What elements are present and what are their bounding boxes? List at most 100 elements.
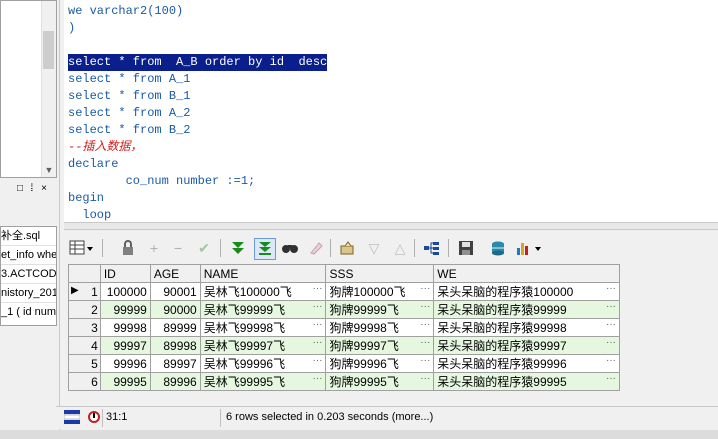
cell-id[interactable]: 99999 xyxy=(99,300,151,319)
chart-menu-icon[interactable] xyxy=(514,238,544,258)
cell-sss[interactable]: 狗牌100000飞 ··· xyxy=(325,282,435,301)
table-row[interactable]: 6 99995 89996 吴林飞99995飞 ··· 狗牌99995飞 ··· 呆… xyxy=(68,372,620,391)
code-line: we varchar2(100) xyxy=(68,4,184,18)
cell-we[interactable]: 呆头呆脑的程序猿99999 ··· xyxy=(433,300,620,319)
code-line: declare xyxy=(68,157,119,171)
table-row[interactable]: 4 99997 89998 吴林飞99997飞 ··· 狗牌99997飞 ··· 呆… xyxy=(68,336,620,355)
tree-scrollbar[interactable]: ▼ xyxy=(41,1,56,177)
grid-menu-icon[interactable] xyxy=(68,238,96,258)
editor-grid-splitter[interactable] xyxy=(64,222,718,230)
pin-icon[interactable]: ⵂ xyxy=(26,183,38,194)
post-changes-icon[interactable]: ✔ xyxy=(194,238,214,258)
cell-name[interactable]: 吴林飞99999飞 ··· xyxy=(199,300,327,319)
row-header[interactable]: 3 xyxy=(68,318,101,337)
code-line: loop xyxy=(68,208,112,222)
cell-age[interactable]: 89997 xyxy=(149,354,201,373)
delete-record-icon[interactable]: − xyxy=(168,238,188,258)
history-item[interactable]: et_info where xyxy=(1,246,56,265)
table-row[interactable]: 5 99996 89997 吴林飞99996飞 ··· 狗牌99996飞 ··· 呆… xyxy=(68,354,620,373)
cell-id[interactable]: 100000 xyxy=(99,282,151,301)
tree-scroll-thumb[interactable] xyxy=(43,31,54,69)
cell-name[interactable]: 吴林飞99997飞 ··· xyxy=(199,336,327,355)
sql-editor[interactable]: we varchar2(100) ) select * from A_B ord… xyxy=(64,0,718,222)
table-row[interactable]: 3 99998 89999 吴林飞99998飞 ··· 狗牌99998飞 ··· 呆… xyxy=(68,318,620,337)
status-bar: 31:1 6 rows selected in 0.203 seconds (m… xyxy=(56,406,718,429)
cell-we[interactable]: 呆头呆脑的程序猿99997 ··· xyxy=(433,336,620,355)
next-page-icon[interactable]: ▽ xyxy=(364,238,384,258)
cell-age[interactable]: 89999 xyxy=(149,318,201,337)
column-header-we[interactable]: WE xyxy=(433,264,620,283)
history-item[interactable]: 补全.sql xyxy=(1,227,56,246)
row-header[interactable]: 2 xyxy=(68,300,101,319)
cell-age[interactable]: 89998 xyxy=(149,336,201,355)
database-icon[interactable] xyxy=(488,238,508,258)
query-by-example-icon[interactable] xyxy=(280,238,300,258)
cell-age[interactable]: 90000 xyxy=(149,300,201,319)
cell-we[interactable]: 呆头呆脑的程序猿99995 ··· xyxy=(433,372,620,391)
code-line: select * from A_1 xyxy=(68,72,191,86)
status-message[interactable]: 6 rows selected in 0.203 seconds (more..… xyxy=(226,411,433,423)
cell-sss[interactable]: 狗牌99998飞 ··· xyxy=(325,318,435,337)
cell-we[interactable]: 呆头呆脑的程序猿100000 ··· xyxy=(433,282,620,301)
row-header[interactable]: 6 xyxy=(68,372,101,391)
cell-name[interactable]: 吴林飞100000飞 ··· xyxy=(199,282,327,301)
export-icon[interactable] xyxy=(338,238,358,258)
cell-id[interactable]: 99996 xyxy=(99,354,151,373)
selected-code-line: select * from A_B order by id desc xyxy=(68,54,328,71)
comment-line: --插入数据， xyxy=(68,140,143,154)
float-window-icon[interactable]: □ xyxy=(14,183,26,194)
cursor-position: 31:1 xyxy=(106,411,128,423)
cell-id[interactable]: 99998 xyxy=(99,318,151,337)
row-header[interactable]: 5 xyxy=(68,354,101,373)
cell-name[interactable]: 吴林飞99998飞 ··· xyxy=(199,318,327,337)
cell-id[interactable]: 99995 xyxy=(99,372,151,391)
history-item[interactable]: 3.ACTCODE xyxy=(1,265,56,284)
column-header-age[interactable]: AGE xyxy=(149,264,201,283)
table-row[interactable]: ▶ 1 100000 90001 吴林飞100000飞 ··· 狗牌100000飞 ·… xyxy=(68,282,620,301)
result-grid[interactable]: ID AGE NAME SSS WE ▶ 1 100000 90001 吴林飞10… xyxy=(68,264,620,391)
code-line: select * from B_1 xyxy=(68,89,191,103)
cell-age[interactable]: 89996 xyxy=(149,372,201,391)
column-header-name[interactable]: NAME xyxy=(199,264,327,283)
save-icon[interactable] xyxy=(456,238,476,258)
column-header-id[interactable]: ID xyxy=(99,264,151,283)
history-item[interactable]: nistory_2018 xyxy=(1,284,56,303)
lock-icon[interactable] xyxy=(118,238,138,258)
object-tree-pane[interactable]: ▼ xyxy=(0,0,57,178)
row-header[interactable]: 4 xyxy=(68,336,101,355)
grid-corner-header[interactable] xyxy=(68,264,101,283)
cell-sss[interactable]: 狗牌99997飞 ··· xyxy=(325,336,435,355)
tree-view-icon[interactable] xyxy=(422,238,442,258)
cell-sss[interactable]: 狗牌99995飞 ··· xyxy=(325,372,435,391)
fetch-last-icon[interactable] xyxy=(254,238,276,260)
table-row[interactable]: 2 99999 90000 吴林飞99999飞 ··· 狗牌99999飞 ··· 呆… xyxy=(68,300,620,319)
current-row-marker-icon: ▶ xyxy=(71,284,79,296)
add-record-icon[interactable]: + xyxy=(144,238,164,258)
row-header[interactable]: ▶ 1 xyxy=(68,282,101,301)
window-bottom-border xyxy=(0,430,718,439)
cell-we[interactable]: 呆头呆脑的程序猿99996 ··· xyxy=(433,354,620,373)
connection-flag-icon xyxy=(63,410,81,424)
code-line: co_num number :=1; xyxy=(68,174,256,188)
previous-page-icon[interactable]: △ xyxy=(390,238,410,258)
fetch-next-icon[interactable] xyxy=(228,238,248,258)
cell-sss[interactable]: 狗牌99999飞 ··· xyxy=(325,300,435,319)
code-line: begin xyxy=(68,191,105,205)
scroll-down-arrow-icon[interactable]: ▼ xyxy=(42,163,56,177)
grid-toolbar: + − ✔ ▽ △ xyxy=(64,234,718,262)
code-line: select * from A_2 xyxy=(68,106,191,120)
cell-we[interactable]: 呆头呆脑的程序猿99998 ··· xyxy=(433,318,620,337)
dock-button-group: □ ⵂ × xyxy=(14,183,58,197)
cell-name[interactable]: 吴林飞99995飞 ··· xyxy=(199,372,327,391)
history-item[interactable]: _1 ( id numbe xyxy=(1,303,56,321)
code-line: select * from B_2 xyxy=(68,123,191,137)
object-browser-sidebar: ▼ □ⵂ× 补全.sql et_info where 3.ACTCODE nis… xyxy=(0,0,60,439)
cell-sss[interactable]: 狗牌99996飞 ··· xyxy=(325,354,435,373)
column-header-sss[interactable]: SSS xyxy=(325,264,435,283)
cell-id[interactable]: 99997 xyxy=(99,336,151,355)
close-icon[interactable]: × xyxy=(38,183,50,194)
clear-record-icon[interactable] xyxy=(306,238,326,258)
cell-name[interactable]: 吴林飞99996飞 ··· xyxy=(199,354,327,373)
code-line: ) xyxy=(68,21,76,35)
cell-age[interactable]: 90001 xyxy=(149,282,201,301)
